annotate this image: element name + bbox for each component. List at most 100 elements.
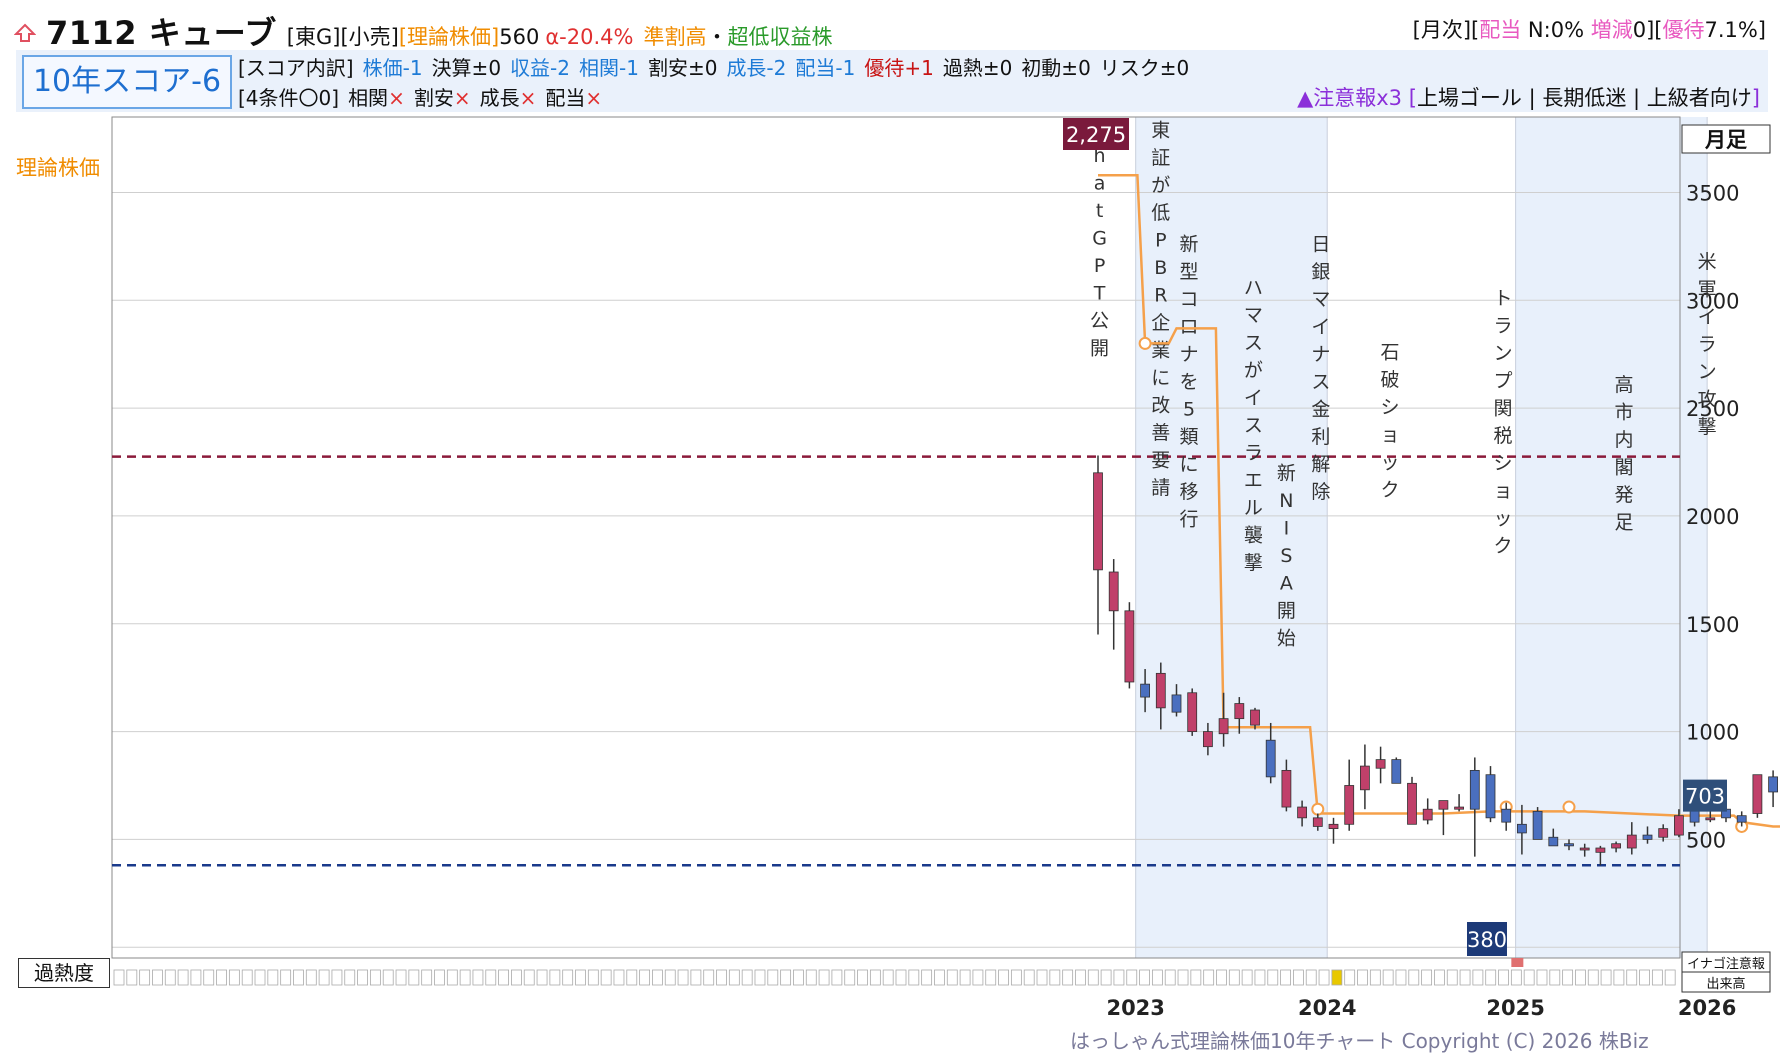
overheat-cell — [908, 969, 920, 986]
event-label-char: ッ — [1494, 508, 1513, 530]
overheat-cell — [203, 969, 215, 986]
event-label-char: ス — [1244, 414, 1263, 436]
event-label-char: T — [1093, 282, 1106, 304]
overheat-cell — [139, 969, 151, 986]
event-label-char: 類 — [1180, 426, 1199, 448]
overheat-cell — [600, 969, 612, 986]
overheat-cell — [485, 969, 497, 986]
event-label-char: 内 — [1614, 429, 1633, 451]
overheat-cell — [1421, 969, 1433, 986]
event-label-char: ス — [1311, 371, 1330, 393]
candle-body — [1705, 817, 1716, 821]
overheat-cell — [1254, 969, 1266, 986]
event-label-char: を — [1180, 371, 1199, 393]
event-label-char: イ — [1698, 306, 1717, 328]
overheat-cell — [177, 969, 189, 986]
overheat-cell — [446, 969, 458, 986]
overheat-cell — [1293, 969, 1304, 986]
overheat-cell — [472, 969, 484, 986]
overheat-cell — [1318, 969, 1330, 986]
overheat-cell — [1395, 969, 1407, 986]
overheat-cell — [575, 969, 586, 986]
event-label-char: ン — [1494, 343, 1513, 365]
event-label-char: 発 — [1614, 484, 1633, 506]
overheat-cell — [1434, 969, 1445, 986]
overheat-cell — [421, 969, 433, 986]
overheat-cell — [254, 969, 266, 986]
y-tick-label: 3500 — [1686, 181, 1739, 205]
overheat-cell — [228, 969, 240, 986]
event-label-char: 足 — [1614, 511, 1633, 533]
overheat-cell — [1459, 969, 1471, 986]
overheat-cell — [1241, 969, 1253, 986]
candle-body — [1391, 759, 1402, 784]
price-chart: 500100015002000250030003500ChatGPT公開東証が低… — [111, 116, 1780, 1020]
low-marker-label: 380 — [1467, 928, 1507, 952]
candle-body — [1548, 836, 1559, 847]
overheat-cell — [1305, 969, 1317, 986]
event-label-char: 撃 — [1244, 552, 1263, 574]
event-label-char: I — [1284, 517, 1290, 539]
overheat-cell — [1280, 969, 1291, 986]
overheat-cell — [293, 969, 304, 986]
event-label-char: ナ — [1180, 344, 1199, 366]
event-label-char: 始 — [1277, 627, 1296, 649]
candle-body — [1171, 694, 1182, 713]
event-label-char: 解 — [1311, 454, 1330, 476]
candle-body — [1093, 472, 1103, 571]
event-label-char: 請 — [1151, 477, 1170, 499]
overheat-cell — [280, 969, 292, 986]
overheat-cell — [305, 969, 317, 986]
x-tick-label: 2023 — [1106, 996, 1164, 1020]
event-label-char: 善 — [1151, 422, 1170, 444]
overheat-cell — [652, 969, 663, 986]
event-label-char: シ — [1381, 397, 1400, 419]
overheat-cell — [241, 969, 253, 986]
event-label-char: R — [1154, 284, 1167, 306]
overheat-cell — [1575, 969, 1586, 986]
event-label-char: 企 — [1151, 312, 1170, 334]
candle-body — [1422, 808, 1433, 821]
event-label-char: P — [1094, 255, 1105, 277]
overheat-cell — [869, 969, 881, 986]
overheat-cell — [818, 969, 830, 986]
event-label-char: が — [1244, 359, 1263, 381]
overheat-cell — [1075, 969, 1086, 986]
event-label-char: コ — [1180, 289, 1199, 311]
overheat-cell — [1639, 969, 1650, 986]
event-label-char: シ — [1494, 453, 1513, 475]
overheat-cell — [1062, 969, 1074, 986]
overheat-cell — [523, 969, 535, 986]
candle-body — [1234, 703, 1245, 720]
overheat-cell — [164, 969, 176, 986]
event-label-char: 証 — [1151, 147, 1170, 169]
overheat-cell — [703, 969, 715, 986]
overheat-cell — [1331, 969, 1343, 986]
candle-body — [1658, 828, 1669, 838]
overheat-cell — [216, 969, 227, 986]
candle-body — [1626, 834, 1637, 849]
overheat-cell — [1369, 969, 1381, 986]
event-label-char: 利 — [1311, 426, 1330, 448]
event-annotation: トランプ関税ショック — [1494, 288, 1513, 557]
event-label-char: 銀 — [1311, 261, 1330, 283]
event-annotation: 米軍イラン攻撃 — [1698, 251, 1717, 438]
event-label-char: t — [1096, 200, 1103, 222]
event-label-char: ク — [1381, 479, 1400, 501]
candle-body — [1250, 709, 1260, 726]
overheat-cell — [113, 969, 125, 986]
theory-marker — [1138, 336, 1152, 350]
candle-body — [1218, 718, 1229, 735]
overheat-cell — [985, 969, 997, 986]
candle-body — [1469, 769, 1480, 810]
y-tick-label: 500 — [1686, 828, 1726, 852]
event-label-char: 改 — [1151, 394, 1170, 416]
event-label-char: A — [1280, 572, 1293, 594]
x-tick-label: 2025 — [1486, 996, 1544, 1020]
overheat-cell — [1382, 969, 1394, 986]
overheat-cell — [613, 969, 625, 986]
event-label-char: に — [1151, 367, 1170, 389]
current-price-label: 703 — [1685, 785, 1725, 809]
overheat-strip — [113, 958, 1676, 986]
overheat-cell — [1664, 969, 1676, 986]
